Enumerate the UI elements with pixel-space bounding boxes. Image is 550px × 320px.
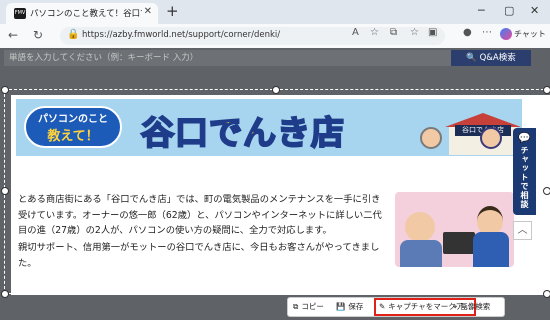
site-search-input[interactable]: 単語を入力してください（例：キーボード 入力） [4, 50, 451, 66]
site-favicon-icon: FMV [14, 8, 26, 19]
save-icon: 💾 [336, 302, 346, 311]
close-tab-icon[interactable]: ✕ [144, 6, 152, 17]
copilot-icon [500, 28, 512, 40]
visual-search-icon: ⌖ [453, 302, 458, 311]
resize-handle-left[interactable] [1, 187, 9, 195]
resize-handle-bottom-left[interactable] [1, 290, 9, 298]
reload-icon[interactable]: ↻ [33, 28, 43, 42]
qa-search-label: Q&A検索 [479, 53, 516, 63]
tab-strip: FMV パソコンのこと教えて！谷口でんき店 - 富 ✕ + ─ ▢ ✕ [0, 0, 550, 24]
favorites-icon[interactable]: ☆ [410, 27, 419, 38]
copy-button[interactable]: ⧉ コピー [293, 298, 324, 316]
resize-handle-bottom-right[interactable] [543, 290, 550, 298]
collections-icon[interactable]: ▣ [428, 27, 437, 38]
pen-icon: ✎ [379, 302, 386, 311]
url-field[interactable]: 🔒 https://azby.fmworld.net/support/corne… [60, 27, 445, 45]
minimize-icon[interactable]: ─ [478, 4, 485, 17]
resize-handle-top-right[interactable] [543, 86, 550, 94]
resize-handle-top-left[interactable] [1, 86, 9, 94]
visual-search-button[interactable]: ⌖ 画像検索 [453, 298, 490, 316]
browser-tab[interactable]: FMV パソコンのこと教えて！谷口でんき店 - 富 ✕ [6, 3, 158, 24]
capture-toolbar: ⧉ コピー 💾 保存 ✎ キャプチャをマークア… ⌖ 画像検索 [287, 297, 505, 317]
capture-selection-box[interactable] [4, 89, 550, 294]
save-label: 保存 [348, 302, 364, 311]
window-close-icon[interactable]: ✕ [530, 4, 539, 17]
save-button[interactable]: 💾 保存 [336, 298, 363, 316]
search-icon: 🔍 [466, 53, 480, 63]
maximize-icon[interactable]: ▢ [504, 4, 514, 17]
resize-handle-top[interactable] [272, 86, 280, 94]
copilot-chat-button[interactable]: チャット [500, 28, 546, 40]
resize-handle-right[interactable] [543, 187, 550, 195]
extensions-icon[interactable]: ⧉ [390, 27, 397, 38]
site-search-bar: 単語を入力してください（例：キーボード 入力） 🔍 Q&A検索 [0, 48, 550, 68]
tab-title: パソコンのこと教えて！谷口でんき店 - 富 [30, 9, 142, 19]
read-aloud-icon[interactable]: A [352, 27, 359, 38]
url-text: https://azby.fmworld.net/support/corner/… [82, 30, 281, 40]
back-arrow-icon[interactable]: ← [8, 28, 18, 42]
new-tab-icon[interactable]: + [166, 2, 179, 20]
copy-icon: ⧉ [293, 302, 299, 311]
more-menu-icon[interactable]: ⋯ [482, 27, 492, 38]
lock-icon: 🔒 [67, 29, 80, 40]
favorite-star-icon[interactable]: ☆ [370, 27, 379, 38]
visual-search-label: 画像検索 [460, 302, 491, 311]
qa-search-button[interactable]: 🔍 Q&A検索 [451, 50, 531, 66]
profile-avatar-icon[interactable]: ● [463, 27, 472, 38]
copy-label: コピー [301, 302, 324, 311]
chat-label: チャット [514, 29, 546, 39]
